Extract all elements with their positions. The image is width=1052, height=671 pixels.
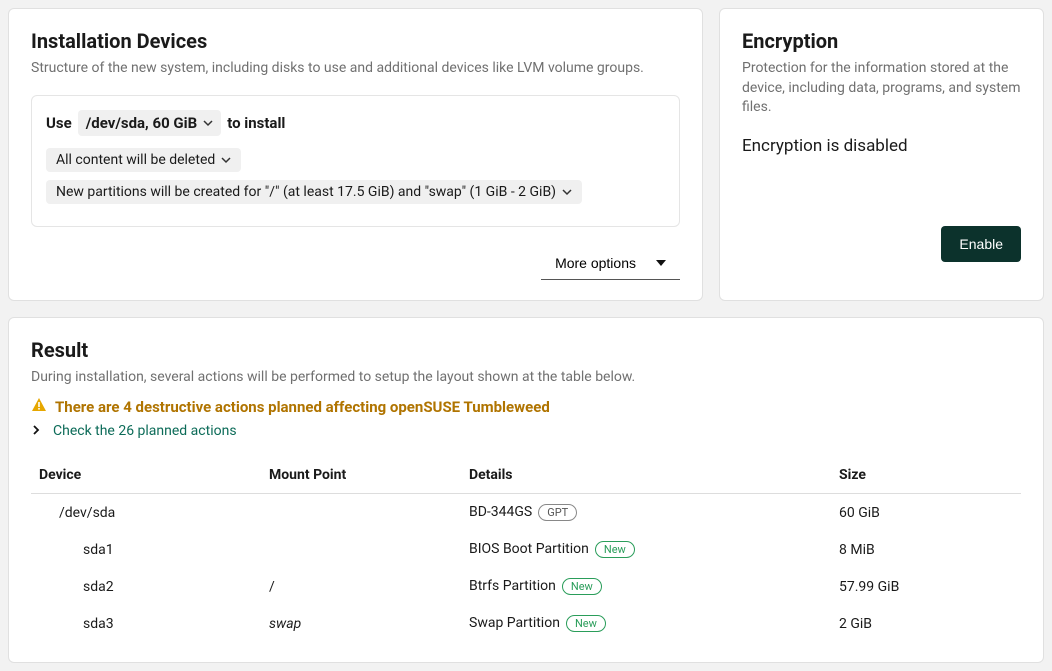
cell-device: sda1	[31, 531, 261, 568]
destructive-warning: There are 4 destructive actions planned …	[31, 397, 1021, 417]
partitions-label: New partitions will be created for "/" (…	[56, 184, 556, 200]
use-line: Use /dev/sda, 60 GiB to install	[46, 110, 665, 136]
table-row: sda1 BIOS Boot PartitionNew8 MiB	[31, 531, 1021, 568]
installation-devices-subtitle: Structure of the new system, including d…	[31, 59, 680, 79]
installation-devices-card: Installation Devices Structure of the ne…	[8, 8, 703, 301]
cell-mount	[261, 531, 461, 568]
col-size: Size	[831, 457, 1021, 494]
status-badge: GPT	[538, 504, 577, 521]
check-actions-row[interactable]: Check the 26 planned actions	[31, 423, 1021, 439]
device-label: /dev/sda, 60 GiB	[86, 114, 197, 132]
cell-details: BD-344GSGPT	[461, 494, 831, 532]
more-options-button[interactable]: More options	[541, 247, 680, 280]
col-details: Details	[461, 457, 831, 494]
table-row: sda3swapSwap PartitionNew2 GiB	[31, 605, 1021, 642]
more-options-label: More options	[555, 255, 636, 271]
status-badge: New	[566, 615, 606, 632]
content-policy-label: All content will be deleted	[56, 152, 215, 168]
cell-size: 8 MiB	[831, 531, 1021, 568]
col-mount: Mount Point	[261, 457, 461, 494]
cell-device: sda3	[31, 605, 261, 642]
install-config-block: Use /dev/sda, 60 GiB to install All cont…	[31, 95, 680, 227]
col-device: Device	[31, 457, 261, 494]
encryption-title: Encryption	[742, 29, 1021, 53]
chevron-down-icon	[203, 118, 213, 128]
chevron-down-icon	[221, 155, 231, 165]
result-card: Result During installation, several acti…	[8, 317, 1044, 664]
use-suffix: to install	[227, 114, 285, 132]
cell-size: 57.99 GiB	[831, 568, 1021, 605]
cell-mount: /	[261, 568, 461, 605]
warning-icon	[31, 397, 47, 417]
device-selector[interactable]: /dev/sda, 60 GiB	[78, 110, 221, 136]
cell-mount: swap	[261, 605, 461, 642]
enable-encryption-button[interactable]: Enable	[941, 226, 1021, 262]
result-title: Result	[31, 338, 1021, 362]
result-subtitle: During installation, several actions wil…	[31, 368, 1021, 388]
caret-down-icon	[656, 255, 666, 271]
status-badge: New	[562, 578, 602, 595]
destructive-warning-text: There are 4 destructive actions planned …	[55, 398, 550, 416]
cell-size: 60 GiB	[831, 494, 1021, 532]
result-table: Device Mount Point Details Size /dev/sda…	[31, 457, 1021, 642]
installation-devices-title: Installation Devices	[31, 29, 680, 53]
encryption-status: Encryption is disabled	[742, 136, 1021, 156]
cell-size: 2 GiB	[831, 605, 1021, 642]
cell-details: Swap PartitionNew	[461, 605, 831, 642]
table-row: /dev/sda BD-344GSGPT60 GiB	[31, 494, 1021, 532]
check-actions-link[interactable]: Check the 26 planned actions	[53, 423, 237, 439]
cell-details: BIOS Boot PartitionNew	[461, 531, 831, 568]
encryption-card: Encryption Protection for the informatio…	[719, 8, 1044, 301]
status-badge: New	[595, 541, 635, 558]
table-row: sda2/Btrfs PartitionNew57.99 GiB	[31, 568, 1021, 605]
use-prefix: Use	[46, 114, 72, 132]
cell-details: Btrfs PartitionNew	[461, 568, 831, 605]
cell-device: /dev/sda	[31, 494, 261, 532]
encryption-subtitle: Protection for the information stored at…	[742, 59, 1021, 118]
chevron-down-icon	[562, 187, 572, 197]
partitions-selector[interactable]: New partitions will be created for "/" (…	[46, 180, 582, 204]
cell-mount	[261, 494, 461, 532]
chevron-right-icon	[31, 423, 41, 439]
cell-device: sda2	[31, 568, 261, 605]
content-policy-selector[interactable]: All content will be deleted	[46, 148, 241, 172]
